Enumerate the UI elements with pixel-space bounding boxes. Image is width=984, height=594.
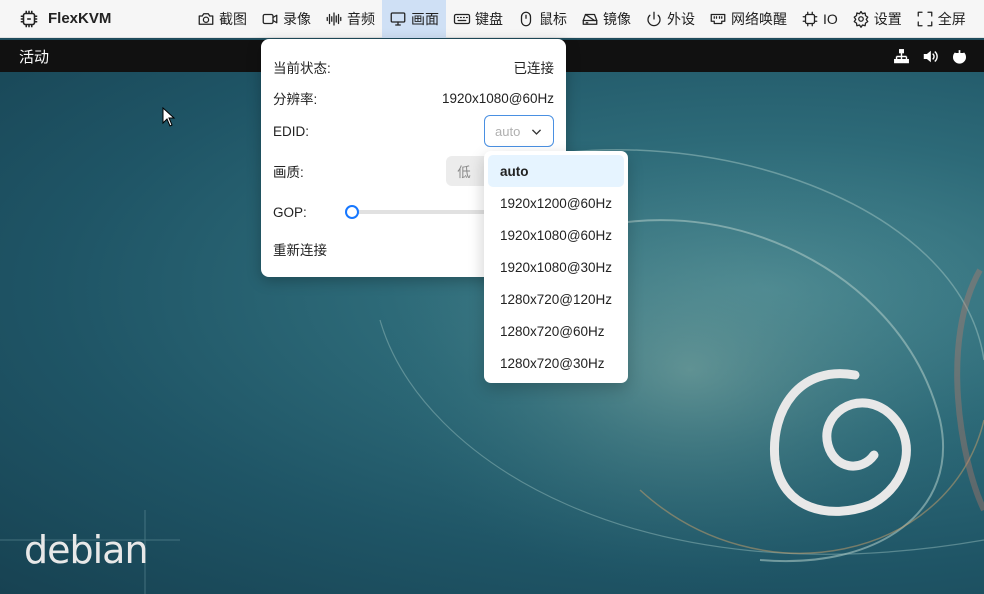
- volume-icon[interactable]: [922, 48, 939, 65]
- status-value: 已连接: [513, 61, 555, 76]
- tool-mirror[interactable]: 镜像: [574, 0, 638, 38]
- chip-icon: [802, 11, 818, 26]
- tool-io[interactable]: IO: [794, 0, 845, 38]
- resolution-label: 分辨率:: [273, 92, 318, 107]
- video-icon: [262, 13, 278, 24]
- edid-label: EDID:: [273, 123, 310, 139]
- edid-row: EDID: auto: [273, 115, 554, 147]
- edid-select[interactable]: auto: [484, 115, 554, 147]
- edid-option-1280x720-30[interactable]: 1280x720@30Hz: [488, 347, 624, 379]
- audio-icon: [326, 11, 342, 26]
- drive-icon: [582, 13, 598, 25]
- tool-record[interactable]: 录像: [254, 0, 318, 38]
- reconnect-label: 重新连接: [273, 243, 327, 258]
- tool-screenshot[interactable]: 截图: [190, 0, 254, 38]
- resolution-value: 1920x1080@60Hz: [441, 90, 554, 106]
- network-icon[interactable]: [893, 48, 910, 65]
- brand-name: FlexKVM: [48, 10, 112, 27]
- tool-label: 音频: [347, 10, 375, 27]
- edid-option-1920x1080-30[interactable]: 1920x1080@30Hz: [488, 251, 624, 283]
- edid-option-1280x720-60[interactable]: 1280x720@60Hz: [488, 315, 624, 347]
- tool-keyboard[interactable]: 键盘: [446, 0, 510, 38]
- tool-label: 截图: [219, 10, 247, 27]
- keyboard-icon: [453, 13, 471, 24]
- status-row: 当前状态: 已连接: [273, 57, 554, 77]
- tool-label: 鼠标: [539, 10, 567, 27]
- activities-button[interactable]: 活动: [19, 46, 49, 67]
- chip-icon: [20, 10, 38, 27]
- tool-label: 网络唤醒: [731, 10, 787, 27]
- monitor-icon: [390, 11, 406, 26]
- tool-peripherals[interactable]: 外设: [638, 0, 702, 38]
- gop-label: GOP:: [273, 204, 307, 220]
- gop-slider-handle[interactable]: [345, 205, 359, 219]
- gop-slider[interactable]: [347, 210, 497, 214]
- tool-settings[interactable]: 设置: [845, 0, 909, 38]
- tool-label: 键盘: [475, 10, 503, 27]
- edid-option-1920x1080-60[interactable]: 1920x1080@60Hz: [488, 219, 624, 251]
- edid-option-1920x1200-60[interactable]: 1920x1200@60Hz: [488, 187, 624, 219]
- tool-audio[interactable]: 音频: [318, 0, 382, 38]
- chevron-down-icon: [531, 128, 542, 135]
- edid-dropdown: auto 1920x1200@60Hz 1920x1080@60Hz 1920x…: [484, 151, 628, 383]
- system-tray[interactable]: [893, 48, 968, 65]
- tool-label: 镜像: [603, 10, 631, 27]
- tool-label: 画面: [411, 10, 439, 27]
- tool-wake-on-lan[interactable]: 网络唤醒: [702, 0, 794, 38]
- fullscreen-icon: [917, 11, 933, 26]
- power-icon: [647, 11, 661, 26]
- brand: FlexKVM: [0, 8, 190, 30]
- tool-label: 外设: [667, 10, 695, 27]
- tool-mouse[interactable]: 鼠标: [510, 0, 574, 38]
- tool-label: 设置: [873, 10, 902, 27]
- tool-label: 全屏: [937, 10, 966, 27]
- edid-option-1280x720-120[interactable]: 1280x720@120Hz: [488, 283, 624, 315]
- gear-icon: [853, 10, 869, 28]
- quality-label: 画质:: [273, 165, 304, 180]
- edid-select-value: auto: [495, 123, 521, 139]
- mouse-pointer-icon: [162, 107, 176, 127]
- quality-option-low[interactable]: 低: [446, 156, 482, 186]
- resolution-row: 分辨率: 1920x1080@60Hz: [273, 88, 554, 108]
- camera-icon: [198, 12, 214, 25]
- mouse-icon: [520, 11, 532, 26]
- debian-wordmark: debian: [24, 528, 149, 572]
- ethernet-icon: [710, 13, 726, 24]
- status-label: 当前状态:: [273, 61, 331, 76]
- tool-display[interactable]: 画面: [382, 0, 446, 38]
- edid-option-auto[interactable]: auto: [488, 155, 624, 187]
- tool-label: 录像: [283, 10, 311, 27]
- tool-label: IO: [823, 10, 838, 27]
- top-toolbar: FlexKVM 截图 录像 音频 画面 键盘 鼠标 镜像 外设 网络唤醒 IO …: [0, 0, 984, 38]
- power-icon[interactable]: [951, 48, 968, 65]
- tool-fullscreen[interactable]: 全屏: [909, 0, 973, 38]
- toolbar-tools: 截图 录像 音频 画面 键盘 鼠标 镜像 外设 网络唤醒 IO 设置 全屏: [190, 0, 973, 38]
